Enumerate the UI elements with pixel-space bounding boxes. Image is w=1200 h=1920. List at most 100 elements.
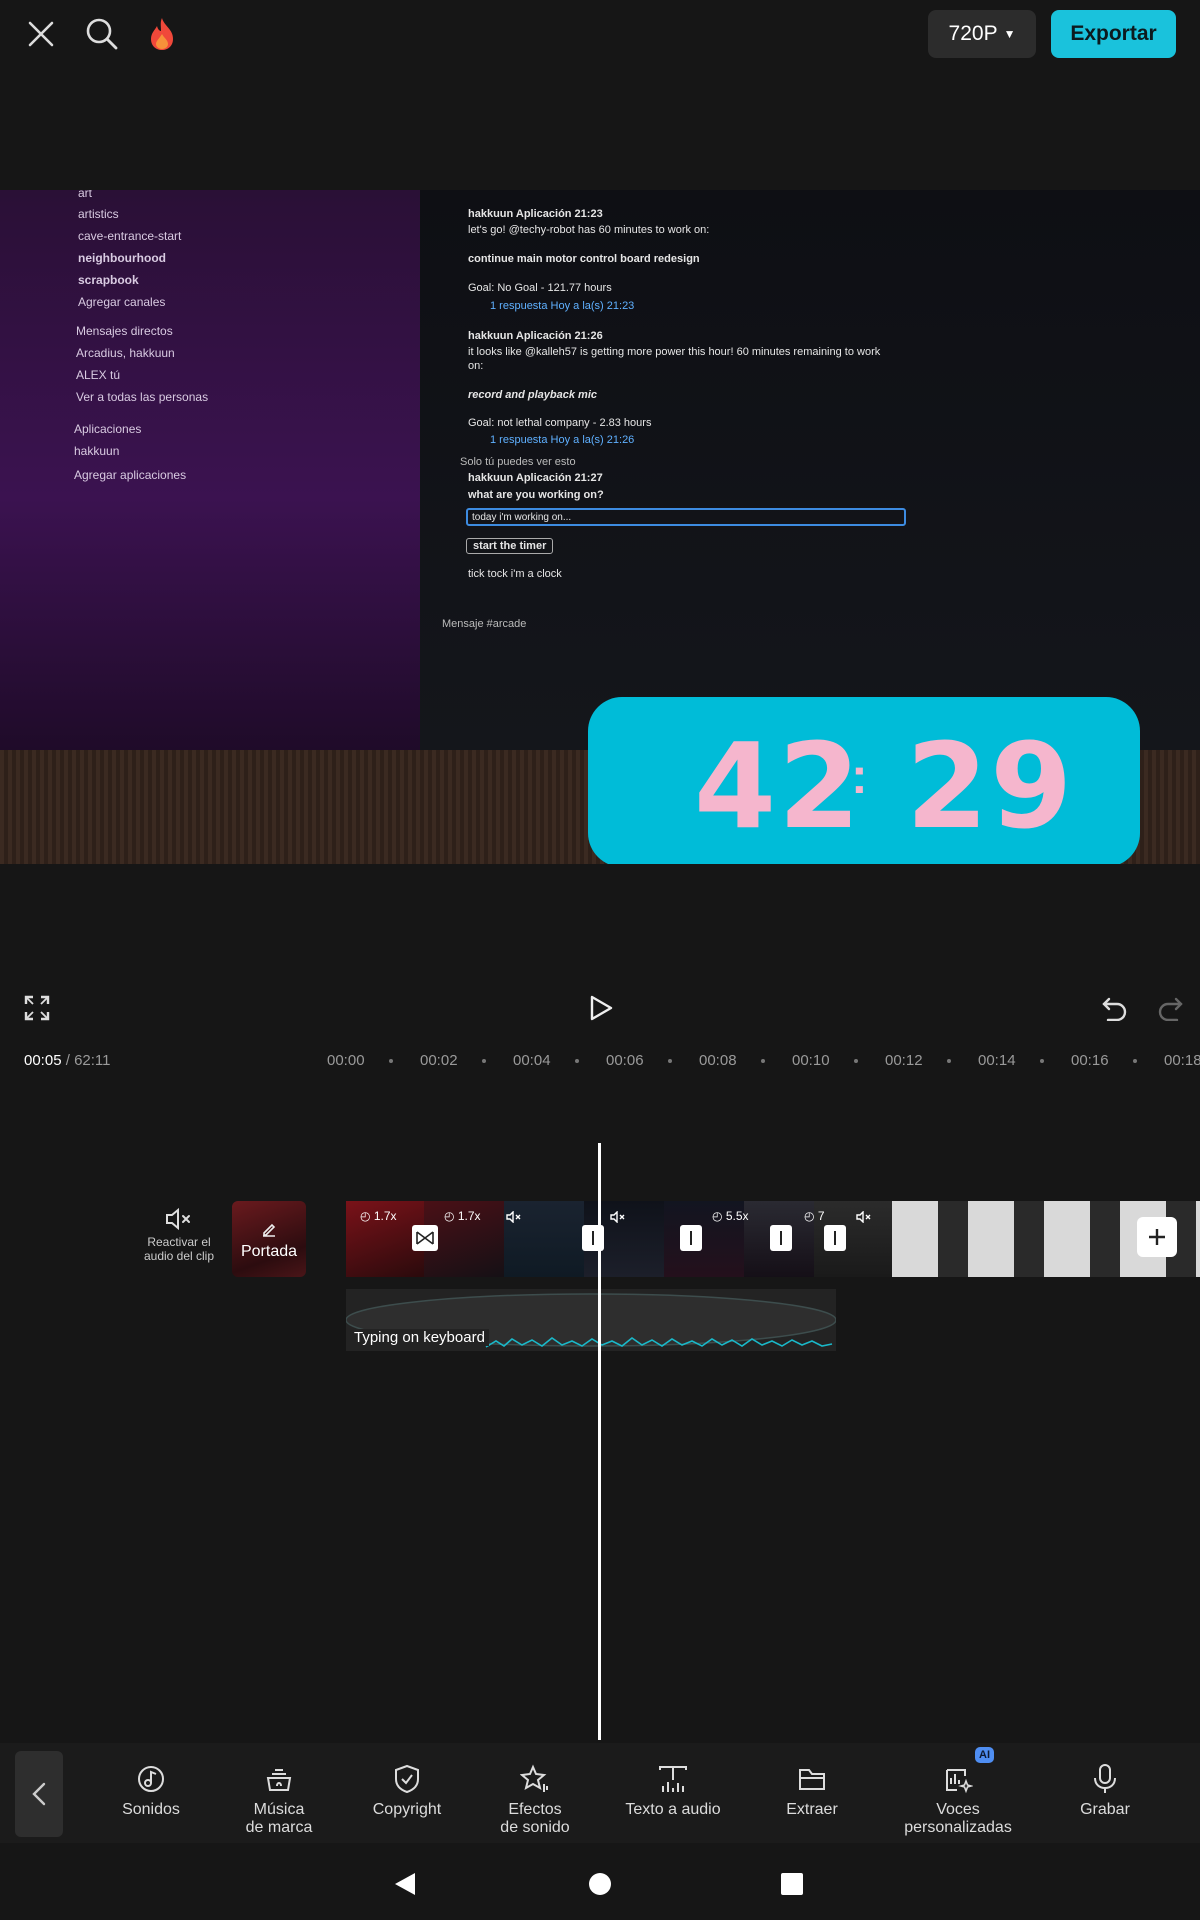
back-button[interactable]: [15, 1751, 63, 1837]
speed-value: 7: [817, 1209, 825, 1223]
preview-text: 1 respuesta Hoy a la(s) 21:26: [490, 434, 635, 446]
preview-text: start the timer: [466, 538, 554, 554]
unmute-clip-button[interactable]: Reactivar el audio del clip: [134, 1203, 224, 1263]
preview-text: neighbourhood: [78, 251, 166, 265]
timer-minutes: 42: [694, 717, 863, 855]
tool-label: Grabar: [1080, 1801, 1130, 1818]
plus-icon: [1149, 1229, 1165, 1245]
ruler-tick: 00:16: [1071, 1052, 1109, 1069]
resolution-label: 720P: [948, 22, 998, 45]
preview-text: on:: [468, 360, 484, 372]
clip-muted-icon: [856, 1210, 872, 1228]
nav-recents-icon[interactable]: [781, 1873, 803, 1900]
preview-text: Goal: No Goal - 121.77 hours: [468, 282, 612, 294]
tool-record[interactable]: Grabar: [1055, 1761, 1155, 1819]
redo-icon[interactable]: [1148, 986, 1192, 1030]
text-to-audio-icon: [613, 1761, 733, 1797]
tool-label: Efectos: [508, 1801, 562, 1818]
preview-text: Arcadius, hakkuun: [76, 346, 175, 360]
ruler-dot: [389, 1059, 393, 1063]
video-preview[interactable]: art artistics cave-entrance-start neighb…: [0, 190, 1200, 864]
close-icon[interactable]: [21, 14, 61, 54]
tool-label: Texto a audio: [625, 1801, 721, 1818]
transition-icon[interactable]: [680, 1225, 702, 1251]
tool-label: Música: [253, 1801, 305, 1818]
clip-muted-icon: [610, 1210, 626, 1228]
music-note-icon: [101, 1761, 201, 1797]
speed-badge: ◴ 5.5x: [712, 1209, 749, 1223]
tool-label: Extraer: [786, 1801, 838, 1818]
speed-value: 5.5x: [725, 1209, 749, 1223]
preview-text: today i'm working on...: [466, 508, 906, 526]
audio-track[interactable]: Typing on keyboard: [346, 1289, 836, 1351]
ruler-tick: 00:10: [792, 1052, 830, 1069]
tool-label: Copyright: [372, 1801, 442, 1818]
transition-icon[interactable]: [770, 1225, 792, 1251]
top-bar: 720P ▼ Exportar: [0, 0, 1200, 70]
ruler-dot: [482, 1059, 486, 1063]
play-icon[interactable]: [579, 986, 623, 1030]
speed-value: 1.7x: [373, 1209, 397, 1223]
preview-text: Aplicaciones: [74, 422, 142, 436]
preview-text: ALEX tú: [76, 368, 121, 382]
tool-label: Sonidos: [122, 1801, 180, 1818]
ruler-dot: [668, 1059, 672, 1063]
ruler-tick: 00:18: [1164, 1052, 1200, 1069]
tool-copyright[interactable]: Copyright: [357, 1761, 457, 1819]
tool-brand-music[interactable]: Música de marca: [229, 1761, 329, 1837]
timer-overlay[interactable]: 42 : 29: [588, 697, 1140, 864]
add-clip-button[interactable]: [1137, 1217, 1177, 1257]
system-nav-bar: [0, 1850, 1200, 1920]
folder-icon: [762, 1761, 862, 1797]
ruler-tick: 00:02: [420, 1052, 458, 1069]
ruler-dot: [575, 1059, 579, 1063]
total-time-value: 62:11: [74, 1052, 111, 1069]
preview-text: what are you working on?: [468, 489, 604, 501]
timer-colon: :: [851, 748, 868, 804]
current-time: 00:05 / 62:11: [24, 1052, 111, 1069]
export-button[interactable]: Exportar: [1051, 10, 1176, 58]
bottom-toolbar: Sonidos Música de marca Copyright Efecto…: [0, 1743, 1200, 1843]
nav-back-icon[interactable]: [393, 1871, 417, 1902]
time-ruler[interactable]: 00:05 / 62:11 00:00 00:02 00:04 00:06 00…: [0, 1046, 1200, 1076]
timer-seconds: 29: [906, 717, 1075, 855]
speed-badge: ◴ 7: [804, 1209, 825, 1223]
ruler-dot: [1133, 1059, 1137, 1063]
caret-down-icon: ▼: [1003, 27, 1016, 41]
current-time-value: 00:05: [24, 1052, 62, 1069]
tool-custom-voices[interactable]: AI Voces personalizadas: [893, 1747, 1023, 1837]
preview-text: hakkuun Aplicación 21:26: [468, 330, 603, 342]
preview-text: artistics: [78, 207, 119, 221]
ruler-tick: 00:00: [327, 1052, 365, 1069]
preview-text: continue main motor control board redesi…: [468, 253, 700, 265]
preview-text: cave-entrance-start: [78, 229, 182, 243]
transition-icon[interactable]: [412, 1225, 438, 1251]
ai-badge: AI: [975, 1747, 994, 1763]
preview-text: Mensajes directos: [76, 324, 173, 338]
tool-label: Voces: [936, 1801, 980, 1818]
speed-value: 1.7x: [457, 1209, 481, 1223]
resolution-dropdown[interactable]: 720P ▼: [928, 10, 1036, 58]
ruler-tick: 00:08: [699, 1052, 737, 1069]
tool-sounds[interactable]: Sonidos: [101, 1761, 201, 1819]
preview-text: record and playback mic: [468, 389, 597, 401]
playhead[interactable]: [598, 1143, 601, 1740]
tool-sound-effects[interactable]: Efectos de sonido: [485, 1761, 585, 1837]
transition-icon[interactable]: [824, 1225, 846, 1251]
ruler-tick: 00:12: [885, 1052, 923, 1069]
undo-icon[interactable]: [1093, 986, 1137, 1030]
search-icon[interactable]: [82, 14, 122, 54]
cover-thumbnail[interactable]: Portada: [232, 1201, 306, 1277]
nav-home-icon[interactable]: [588, 1872, 612, 1901]
audio-label: Typing on keyboard: [350, 1329, 489, 1346]
tool-text-to-audio[interactable]: Texto a audio: [613, 1761, 733, 1819]
fullscreen-icon[interactable]: [15, 986, 59, 1030]
chevron-left-icon: [32, 1782, 46, 1806]
flame-icon[interactable]: [142, 14, 182, 54]
video-track[interactable]: ◴ 1.7x ◴ 1.7x ◴ 5.5x ◴ 7: [346, 1201, 1200, 1277]
preview-text: hakkuun Aplicación 21:23: [468, 208, 603, 220]
clip-muted-icon: [506, 1210, 522, 1228]
preview-chat: hakkuun Aplicación 21:23 let's go! @tech…: [420, 190, 1200, 750]
preview-text: let's go! @techy-robot has 60 minutes to…: [468, 224, 710, 236]
tool-extract[interactable]: Extraer: [762, 1761, 862, 1819]
